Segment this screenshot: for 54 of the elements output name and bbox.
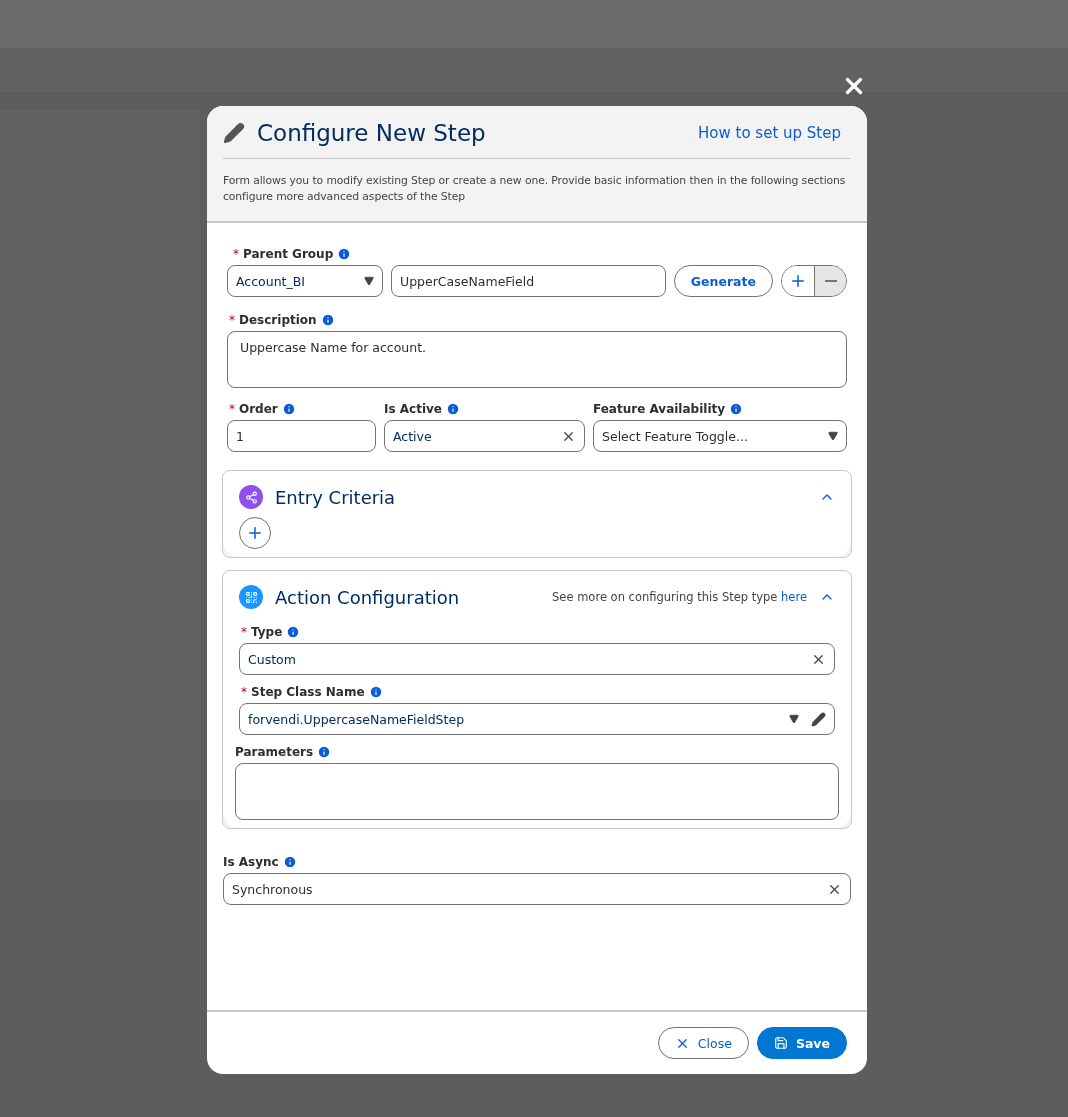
order-field[interactable]: 1 [227,420,376,452]
class-name-field[interactable]: forvendi.UppercaseNameFieldStep [239,703,835,735]
required-asterisk: * [229,402,235,416]
info-icon[interactable] [286,625,301,639]
required-asterisk: * [233,247,239,261]
is-async-field[interactable]: Synchronous [223,873,851,905]
field-label: Feature Availability [593,402,726,416]
close-button[interactable]: Close [657,1027,749,1059]
section-title: Entry Criteria [275,486,397,508]
info-icon[interactable] [446,402,460,416]
field-label: Parent Group [243,247,334,261]
dropdown-caret-icon[interactable] [828,431,838,441]
info-icon[interactable] [282,855,297,869]
field-label: Description [239,313,317,327]
required-asterisk: * [229,313,235,327]
save-icon [773,1036,788,1050]
info-icon[interactable] [729,402,744,416]
here-link[interactable]: here [781,590,807,604]
dropdown-caret-icon[interactable] [364,276,374,286]
add-button[interactable] [239,517,271,549]
description-textarea[interactable]: Uppercase Name for account. [227,331,847,388]
plus-icon [789,272,807,290]
required-asterisk: * [241,625,247,639]
field-label: Order [239,402,278,416]
plus-icon [246,524,264,542]
help-text: See more on configuring this Step type here [552,590,807,604]
modal-title: Configure New Step [257,120,487,146]
pencil-icon [223,122,245,144]
field-label: Parameters [235,745,314,759]
parameters-textarea[interactable] [235,763,839,820]
is-active-field[interactable]: Active [384,420,585,452]
section-title: Action Configuration [275,586,461,608]
parent-group-select[interactable]: Account_BI [227,265,383,297]
save-button[interactable]: Save [756,1027,847,1059]
edit-icon[interactable] [811,711,826,727]
name-field[interactable]: UpperCaseNameField [391,265,666,297]
required-asterisk: * [241,685,247,699]
field-label: Step Class Name [251,685,365,699]
info-icon[interactable] [320,313,335,327]
generate-button[interactable]: Generate [673,265,773,297]
field-label: Is Async [223,855,279,869]
feature-toggle-select[interactable]: Select Feature Toggle... [593,420,847,452]
minus-icon [824,280,837,282]
info-icon[interactable] [337,247,352,261]
info-icon[interactable] [281,402,296,416]
info-icon[interactable] [368,685,383,699]
help-link[interactable]: How to set up Step [698,124,841,142]
field-label: Is Active [384,402,442,416]
remove-button[interactable] [814,266,846,296]
field-label: Type [251,625,283,639]
info-icon[interactable] [317,745,332,759]
type-field[interactable]: Custom [239,643,835,675]
dropdown-caret-icon[interactable] [789,714,799,724]
modal-description: Form allows you to modify existing Step or create a new one. Provide basic information then in the following sections configure more advanced aspects of the Step [223,173,847,205]
